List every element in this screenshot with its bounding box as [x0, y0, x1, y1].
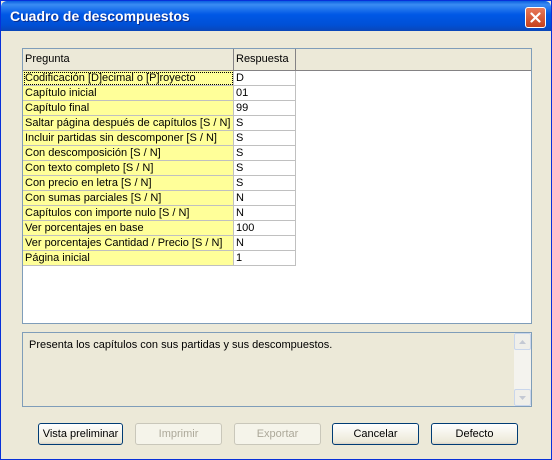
answer-cell[interactable]: 01 — [234, 86, 296, 101]
question-cell: Con sumas parciales [S / N] — [23, 191, 234, 206]
column-header-answer[interactable]: Respuesta — [234, 49, 296, 71]
question-cell: Ver porcentajes en base — [23, 221, 234, 236]
question-cell: Capítulo inicial — [23, 86, 234, 101]
close-button[interactable] — [525, 7, 546, 28]
chevron-down-icon — [519, 395, 526, 400]
description-box: Presenta los capítulos con sus partidas … — [22, 332, 532, 407]
question-cell: Con texto completo [S / N] — [23, 161, 234, 176]
question-cell: Con precio en letra [S / N] — [23, 176, 234, 191]
title-bar[interactable]: Cuadro de descompuestos — [1, 1, 551, 31]
question-cell: Saltar página después de capítulos [S / … — [23, 116, 234, 131]
question-cell: Con descomposición [S / N] — [23, 146, 234, 161]
scroll-up-button[interactable] — [514, 333, 531, 350]
answer-cell[interactable]: N — [234, 236, 296, 251]
cancel-button[interactable]: Cancelar — [332, 423, 419, 445]
answer-cell[interactable]: 1 — [234, 251, 296, 266]
question-cell: Capítulo final — [23, 101, 234, 116]
question-cell: Capítulos con importe nulo [S / N] — [23, 206, 234, 221]
answer-cell[interactable]: S — [234, 161, 296, 176]
parameters-grid[interactable]: Pregunta Respuesta Codificación [D]ecima… — [22, 48, 532, 324]
answer-cell[interactable]: S — [234, 176, 296, 191]
answer-cell[interactable]: S — [234, 116, 296, 131]
default-button[interactable]: Defecto — [431, 423, 518, 445]
answer-cell[interactable]: S — [234, 131, 296, 146]
answer-cell[interactable]: S — [234, 146, 296, 161]
dialog-window: Cuadro de descompuestos Pregunta Respues… — [0, 0, 552, 460]
answer-cell[interactable]: N — [234, 206, 296, 221]
preview-button[interactable]: Vista preliminar — [38, 423, 123, 445]
scroll-down-button[interactable] — [514, 389, 531, 406]
answer-cell[interactable]: 99 — [234, 101, 296, 116]
description-scrollbar[interactable] — [514, 333, 531, 406]
question-cell: Ver porcentajes Cantidad / Precio [S / N… — [23, 236, 234, 251]
answer-cell[interactable]: D — [234, 71, 296, 86]
question-cell: Incluir partidas sin descomponer [S / N] — [23, 131, 234, 146]
chevron-up-icon — [519, 339, 526, 344]
question-cell: Página inicial — [23, 251, 234, 266]
column-header-question[interactable]: Pregunta — [23, 49, 234, 71]
question-cell: Codificación [D]ecimal o [P]royecto — [23, 71, 234, 86]
export-button[interactable]: Exportar — [234, 423, 321, 445]
close-icon — [530, 12, 541, 23]
answer-cell[interactable]: 100 — [234, 221, 296, 236]
column-header-empty — [296, 49, 531, 71]
answer-cell[interactable]: N — [234, 191, 296, 206]
description-text: Presenta los capítulos con sus partidas … — [29, 339, 333, 351]
window-title: Cuadro de descompuestos — [10, 8, 190, 24]
print-button[interactable]: Imprimir — [135, 423, 222, 445]
